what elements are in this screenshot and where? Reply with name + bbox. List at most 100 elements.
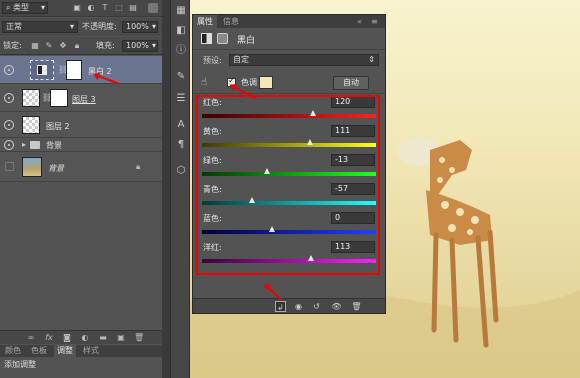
brush-icon[interactable]: ✎ xyxy=(174,70,188,84)
visibility-eye-icon[interactable] xyxy=(4,140,14,150)
blend-row: 正常 ▾ 不透明度: 100% ▾ xyxy=(0,18,162,36)
layer-thumbnail xyxy=(22,116,40,134)
adjustment-layer-icon xyxy=(201,33,212,44)
trash-icon[interactable]: 🗑︎ xyxy=(351,301,362,312)
lock-label: 锁定: xyxy=(3,41,22,50)
layers-bottom-toolbar: ∞ fx ◙ ◐ ▬ ▣ 🗑︎ xyxy=(0,330,162,344)
panel-divider xyxy=(162,0,170,378)
visibility-toggle-empty[interactable] xyxy=(5,162,14,171)
lock-all-icon[interactable]: 🔒︎ xyxy=(72,41,82,51)
folder-icon xyxy=(30,141,40,149)
layer-filter-bar: ⌕ 类型 ▾ ▣ ◐ T ⬚ ▤ xyxy=(0,0,162,17)
tint-color-swatch[interactable] xyxy=(259,76,273,89)
targeted-adjust-hand-icon[interactable]: ☝ xyxy=(201,77,207,88)
layer-row-layer2[interactable]: 图层 2 xyxy=(0,112,162,138)
trash-icon[interactable]: 🗑︎ xyxy=(134,333,144,343)
blend-mode-select[interactable]: 正常 ▾ xyxy=(2,21,78,33)
new-layer-icon[interactable]: ▣ xyxy=(116,333,126,343)
properties-header: 黑白 xyxy=(193,28,385,50)
layer-row-layer3[interactable]: ⛓ 图层 3 xyxy=(0,84,162,112)
preset-select[interactable]: 自定 ⇕ xyxy=(229,54,379,66)
adjustment-name: 黑白 xyxy=(237,36,256,46)
layer-style-icon[interactable]: fx xyxy=(44,333,54,343)
tab-styles[interactable]: 样式 xyxy=(80,345,102,357)
layers-panel: ⌕ 类型 ▾ ▣ ◐ T ⬚ ▤ 正常 ▾ 不透明度: 100% ▾ 锁定: ▦… xyxy=(0,0,162,378)
info-icon[interactable]: ⓘ xyxy=(174,44,188,58)
expand-arrow-icon[interactable]: ▸ xyxy=(22,140,26,149)
fill-value: 100% xyxy=(126,41,149,50)
history-icon[interactable]: ▦ xyxy=(174,4,188,18)
add-adjustment-label: 添加调整 xyxy=(0,357,162,378)
tab-color[interactable]: 颜色 xyxy=(2,345,24,357)
lock-paint-icon[interactable]: ✎ xyxy=(44,41,54,51)
layer-row-bw2[interactable]: ⛓ 黑白 2 xyxy=(0,56,162,84)
tab-properties[interactable]: 属性 xyxy=(193,15,217,28)
reset-icon[interactable]: ↺ xyxy=(311,301,322,312)
panel-menu-icon[interactable]: ≡ xyxy=(371,16,378,27)
link-layers-icon[interactable]: ∞ xyxy=(26,333,36,343)
clip-to-layer-icon[interactable]: ↲ xyxy=(275,301,286,312)
opacity-input[interactable]: 100% ▾ xyxy=(122,21,158,33)
tab-adjustments[interactable]: 调整 xyxy=(54,345,76,357)
new-group-icon[interactable]: ▬ xyxy=(98,333,108,343)
smart-object-filter-icon[interactable]: ▤ xyxy=(128,3,138,13)
layer-name[interactable]: 图层 2 xyxy=(46,121,70,132)
add-mask-icon[interactable]: ◙ xyxy=(62,333,72,343)
character-icon[interactable]: A xyxy=(174,118,188,132)
visibility-eye-icon[interactable] xyxy=(4,120,14,130)
layer-mask-thumbnail[interactable] xyxy=(66,60,82,80)
lock-move-icon[interactable]: ✥ xyxy=(58,41,68,51)
layer-name[interactable]: 图层 3 xyxy=(72,94,96,105)
lock-icon: 🔒︎ xyxy=(136,162,141,171)
type-filter-icon[interactable]: T xyxy=(100,3,110,13)
tab-info[interactable]: 信息 xyxy=(219,15,243,28)
layer-row-background[interactable]: 背景 🔒︎ xyxy=(0,152,162,182)
filter-toggle-icon[interactable] xyxy=(148,3,158,13)
tint-row: ☝ 色调 自动 xyxy=(193,72,385,94)
filter-kind-label: 类型 xyxy=(13,3,30,12)
paragraph-icon[interactable]: ¶ xyxy=(174,138,188,152)
blend-mode-value: 正常 xyxy=(6,22,22,31)
visibility-eye-icon[interactable] xyxy=(4,93,14,103)
opacity-value: 100% xyxy=(126,22,149,31)
layer-mask-thumbnail[interactable] xyxy=(50,89,68,107)
tab-swatches[interactable]: 色板 xyxy=(28,345,50,357)
black-white-adjustment-icon xyxy=(37,65,47,75)
chevron-down-icon: ▾ xyxy=(69,22,74,31)
3d-cube-icon[interactable]: ⬡ xyxy=(174,164,188,178)
visibility-eye-icon[interactable] xyxy=(4,65,14,75)
auto-button[interactable]: 自动 xyxy=(333,76,369,90)
sliders-highlight-box xyxy=(196,95,380,275)
adjustments-dock-icon[interactable]: ◧ xyxy=(174,24,188,38)
layer-group-row[interactable]: ▸ 背景 xyxy=(0,138,162,152)
lock-row: 锁定: ▦ ✎ ✥ 🔒︎ 填充: 100% ▾ xyxy=(0,37,162,55)
layer-thumbnail xyxy=(22,89,40,107)
search-icon: ⌕ xyxy=(6,3,11,12)
pixel-filter-icon[interactable]: ▣ xyxy=(72,3,82,13)
layer-name[interactable]: 背景 xyxy=(48,163,64,174)
sliders-icon[interactable]: ☰ xyxy=(174,92,188,106)
opacity-label: 不透明度: xyxy=(82,22,117,31)
side-dock: ▦ ◧ ⓘ ✎ ☰ A ¶ ⬡ xyxy=(170,0,190,378)
tint-label: 色调 xyxy=(241,78,257,87)
shape-filter-icon[interactable]: ⬚ xyxy=(114,3,124,13)
collapse-panel-icon[interactable]: « xyxy=(357,16,362,27)
adjustment-layer-icon xyxy=(30,60,54,80)
adjustment-filter-icon[interactable]: ◐ xyxy=(86,3,96,13)
adjustments-tab-bar: 颜色 色板 调整 样式 xyxy=(0,345,162,357)
fill-input[interactable]: 100% ▾ xyxy=(122,40,158,52)
preset-label: 预设: xyxy=(203,56,222,65)
properties-tab-bar: 属性 信息 « ≡ xyxy=(193,15,385,28)
chevron-down-icon: ▾ xyxy=(40,3,45,12)
preset-row: 预设: 自定 ⇕ xyxy=(193,51,385,71)
preset-value: 自定 xyxy=(233,55,249,64)
toggle-visibility-icon[interactable]: 👁︎ xyxy=(331,301,342,312)
view-previous-icon[interactable]: ◉ xyxy=(293,301,304,312)
new-adjustment-icon[interactable]: ◐ xyxy=(80,333,90,343)
fill-label: 填充: xyxy=(96,41,115,50)
filter-kind-select[interactable]: ⌕ 类型 ▾ xyxy=(2,2,48,14)
layer-name[interactable]: 背景 xyxy=(46,140,62,151)
mask-icon[interactable] xyxy=(217,33,228,44)
lock-transparent-icon[interactable]: ▦ xyxy=(30,41,40,51)
properties-bottom-toolbar: ↲ ◉ ↺ 👁︎ 🗑︎ xyxy=(193,298,385,313)
